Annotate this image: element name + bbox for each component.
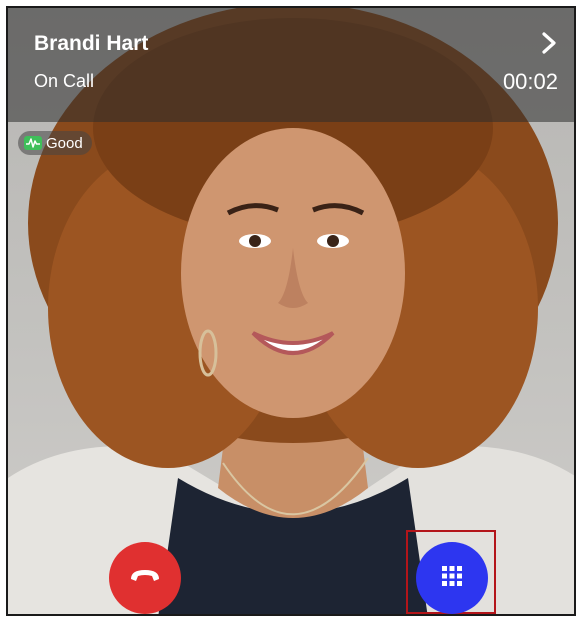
connection-quality-label: Good <box>46 134 83 152</box>
phone-hangup-icon <box>128 566 162 591</box>
connection-quality-badge: Good <box>18 131 92 155</box>
call-header: Brandi Hart On Call 00:02 <box>8 8 574 122</box>
dialpad-icon <box>440 564 464 593</box>
chevron-right-icon[interactable] <box>538 30 560 56</box>
signal-waveform-icon <box>24 136 42 150</box>
keypad-button[interactable] <box>416 542 488 614</box>
caller-name: Brandi Hart <box>34 32 149 55</box>
call-status: On Call <box>34 71 95 91</box>
call-screen: Brandi Hart On Call 00:02 Good <box>6 6 576 616</box>
call-timer: 00:02 <box>502 69 558 94</box>
end-call-button[interactable] <box>109 542 181 614</box>
